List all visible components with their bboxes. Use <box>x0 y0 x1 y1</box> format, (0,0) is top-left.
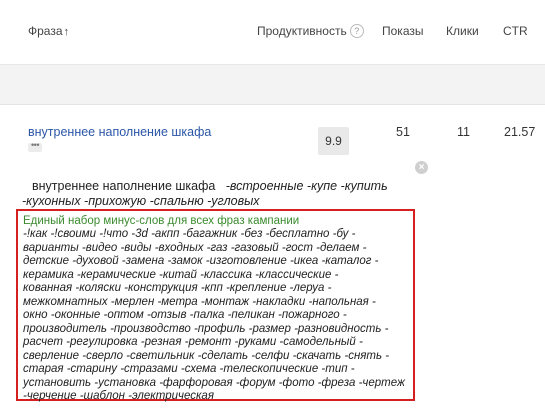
column-header-clicks[interactable]: Клики <box>446 24 479 38</box>
column-header-phrase[interactable]: Фраза↑ <box>28 24 69 38</box>
campaign-minus-words-box: Единый набор минус-слов для всех фраз ка… <box>16 209 415 402</box>
table-empty-band <box>0 65 545 105</box>
minus-words-popup: × внутреннее наполнение шкафа -встроенны… <box>0 156 545 413</box>
close-icon[interactable]: × <box>415 161 428 174</box>
ctr-value: 21.57 <box>504 125 536 139</box>
table-header: Фраза↑ Продуктивность ? Показы Клики CTR <box>0 0 545 65</box>
column-header-shows[interactable]: Показы <box>382 24 423 38</box>
column-header-productivity-label: Продуктивность <box>257 24 347 38</box>
column-header-ctr[interactable]: CTR <box>503 24 528 38</box>
phrase-link[interactable]: внутреннее наполнение шкафа <box>28 125 211 139</box>
more-actions-button[interactable]: ••• <box>28 141 42 152</box>
table-row: внутреннее наполнение шкафа ••• 9.9 51 1… <box>0 105 545 160</box>
clicks-value: 11 <box>457 125 470 139</box>
column-header-productivity[interactable]: Продуктивность ? <box>257 24 364 38</box>
popup-phrase-block: внутреннее наполнение шкафа -встроенные … <box>22 179 417 209</box>
column-header-phrase-label: Фраза <box>28 24 63 38</box>
campaign-minus-words-list: -!как -!своими -!что -3d -акпп -багажник… <box>23 228 405 402</box>
help-icon[interactable]: ? <box>349 24 364 38</box>
campaign-minus-words-title: Единый набор минус-слов для всех фраз ка… <box>23 215 300 227</box>
sort-arrow-icon: ↑ <box>63 26 70 38</box>
shows-value: 51 <box>396 125 410 139</box>
productivity-badge: 9.9 <box>318 127 349 155</box>
popup-phrase: внутреннее наполнение шкафа <box>32 179 216 193</box>
